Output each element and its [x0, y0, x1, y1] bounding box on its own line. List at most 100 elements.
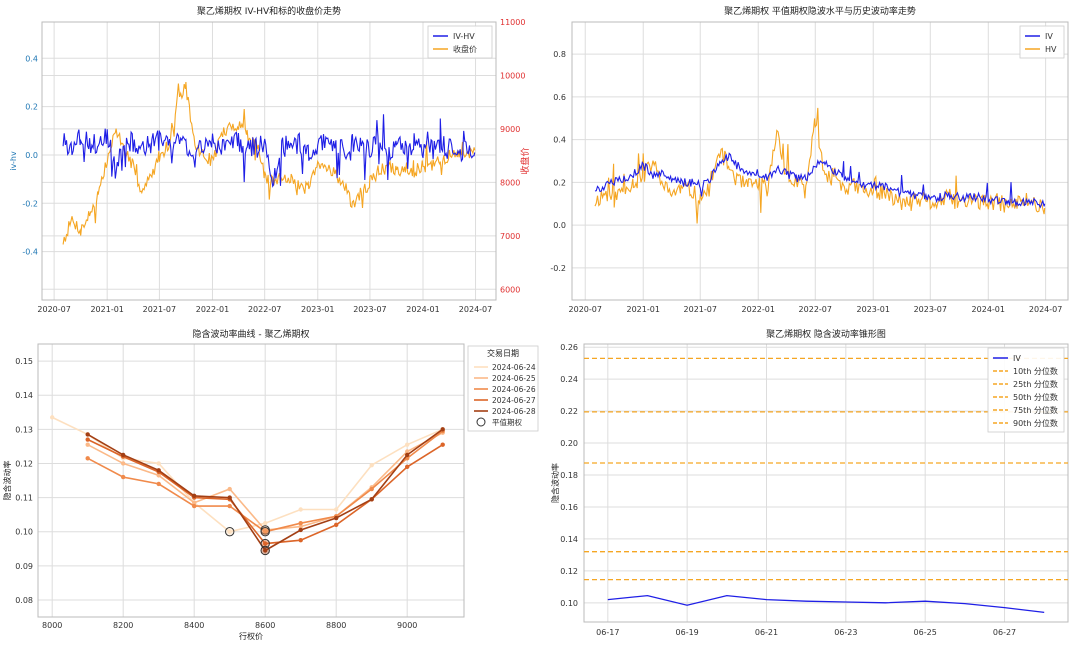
- chart1-y2tick-label: 6000: [500, 285, 520, 294]
- chart3-series-point: [298, 507, 303, 512]
- chart3-legend-title: 交易日期: [487, 348, 519, 358]
- chart2-legend-box: [1019, 25, 1065, 59]
- chart4-legend: IV 10th 分位数 25th 分位数 50th 分位数 75th 分位数 90th 分…: [987, 347, 1065, 433]
- chart4-ytick-label: 0.18: [560, 471, 578, 480]
- chart3-series-point: [298, 520, 303, 526]
- chart3-series-point: [192, 503, 197, 509]
- chart3-ytick-label: 0.15: [15, 357, 33, 366]
- chart1-y2label: 收盘价: [519, 147, 531, 174]
- chart3-legend-label: 2024-06-24: [492, 363, 536, 372]
- chart4-ytick-label: 0.14: [560, 535, 578, 544]
- chart1-xtick-label: 2020-07: [37, 305, 70, 314]
- dashboard: 2020-07 2021-01 2021-07 2022-01 2022-07 2023-…: [0, 0, 1080, 646]
- chart4-legend-label: 90th 分位数: [1013, 418, 1058, 428]
- chart3-ylabel: 隐含波动率: [2, 461, 12, 501]
- chart4-legend-label: IV: [1013, 354, 1021, 363]
- chart3-xtick-label: 8400: [184, 621, 204, 630]
- chart1-y2tick-label: 8000: [500, 178, 520, 187]
- chart2-xtick-label: 2024-07: [1029, 305, 1062, 314]
- chart1-xtick-label: 2021-07: [143, 305, 176, 314]
- chart4-xtick-label: 06-21: [755, 628, 778, 637]
- chart4-ytick-label: 0.10: [560, 599, 578, 608]
- chart3-series-point: [192, 493, 197, 499]
- chart3-frame: [37, 343, 465, 618]
- chart3-series-point: [334, 507, 339, 512]
- chart2-ytick-label: 0.0: [553, 221, 566, 230]
- chart2-xtick-label: 2024-01: [972, 305, 1005, 314]
- chart2-title: 聚乙烯期权 平值期权隐波水平与历史波动率走势: [724, 5, 916, 17]
- chart1-y2tick-label: 10000: [500, 71, 525, 80]
- chart4-xtick-label: 06-25: [914, 628, 937, 637]
- chart4-legend-label: 50th 分位数: [1013, 392, 1058, 402]
- chart3-legend-atm-label: 平值期权: [492, 417, 522, 427]
- chart4-ytick-label: 0.24: [560, 375, 578, 384]
- chart2-xtick-label: 2022-01: [742, 305, 775, 314]
- chart3-series-point: [85, 437, 90, 442]
- chart3-legend-label: 2024-06-27: [492, 396, 536, 405]
- chart2-legend: IV HV: [1019, 25, 1065, 59]
- chart3-atm-marker: [260, 545, 270, 556]
- chart1-legend: IV-HV 收盘价: [427, 25, 493, 59]
- chart1-xtick-label: 2023-01: [301, 305, 334, 314]
- chart2-xtick-label: 2023-01: [857, 305, 890, 314]
- chart2-ytick-label: 0.8: [553, 50, 566, 59]
- chart3-series-point: [85, 442, 90, 447]
- chart-canvas: 2020-07 2021-01 2021-07 2022-01 2022-07 2023-…: [2, 5, 1069, 641]
- chart2-xtick-label: 2022-07: [799, 305, 832, 314]
- chart4-ytick-label: 0.12: [560, 567, 578, 576]
- chart2-legend-label: HV: [1045, 45, 1057, 54]
- chart3-series-point: [405, 464, 410, 470]
- chart3-xtick-label: 9000: [397, 621, 417, 630]
- chart2-xtick-label: 2023-07: [914, 305, 947, 314]
- chart2-series-iv: [594, 152, 1046, 209]
- chart4-legend-label: 10th 分位数: [1013, 366, 1058, 376]
- chart4-legend-label: 75th 分位数: [1013, 405, 1058, 415]
- chart2-ytick-label: 0.4: [553, 136, 566, 145]
- chart1-ytick-label: 0.2: [25, 103, 38, 112]
- chart1-legend-label: IV-HV: [453, 32, 475, 41]
- chart1-ytick-label: -0.2: [22, 199, 38, 208]
- chart3-series-point: [121, 452, 126, 458]
- chart3-xtick-label: 8800: [326, 621, 346, 630]
- chart3-series-point: [121, 461, 126, 466]
- chart2-series-hv: [594, 107, 1046, 224]
- chart1-ytick-label: 0.0: [25, 151, 38, 160]
- chart3-legend-label: 2024-06-26: [492, 385, 536, 394]
- chart4-xtick-label: 06-19: [676, 628, 699, 637]
- chart1-title: 聚乙烯期权 IV-HV和标的收盘价走势: [197, 5, 341, 17]
- chart3-series-point: [405, 452, 410, 458]
- chart3-ytick-label: 0.11: [15, 494, 33, 503]
- chart4-series-iv: [607, 594, 1045, 614]
- chart3-series-point: [369, 497, 374, 502]
- chart3-ytick-label: 0.10: [15, 528, 33, 537]
- chart4-title: 聚乙烯期权 隐含波动率锥形图: [766, 328, 886, 340]
- chart3-atm-marker: [260, 526, 270, 537]
- chart2-xtick-label: 2020-07: [569, 305, 602, 314]
- chart3-series-point: [440, 442, 445, 447]
- chart3-xtick-label: 8000: [42, 621, 62, 630]
- chart3-xlabel: 行权价: [239, 631, 263, 641]
- chart3-series-point: [156, 468, 161, 473]
- chart4-legend-label: 25th 分位数: [1013, 379, 1058, 389]
- chart3-series-point: [85, 456, 90, 461]
- chart3-legend-label: 2024-06-25: [492, 374, 536, 383]
- chart2-ytick-label: 0.6: [553, 93, 566, 102]
- chart4-ytick-label: 0.20: [560, 439, 578, 448]
- chart2-xtick-label: 2021-07: [684, 305, 717, 314]
- chart1-xtick-label: 2021-01: [90, 305, 123, 314]
- chart2-ytick-label: -0.2: [550, 264, 566, 273]
- chart2-ytick-label: 0.2: [553, 178, 566, 187]
- chart1-xtick-label: 2022-07: [248, 305, 281, 314]
- chart3-series-point: [440, 427, 445, 432]
- chart4-xtick-label: 06-23: [834, 628, 857, 637]
- chart3-xtick-label: 8600: [255, 621, 275, 630]
- chart3-series-point: [369, 462, 374, 468]
- chart1-y2tick-label: 11000: [500, 18, 525, 27]
- chart4-xtick-label: 06-17: [596, 628, 619, 637]
- chart3-legend: 交易日期 2024-06-24 2024-06-25 2024-06-26 2024-0…: [467, 345, 539, 432]
- chart3-series-point: [50, 415, 55, 420]
- chart3-series-point: [298, 527, 303, 533]
- chart1-y2tick-label: 9000: [500, 125, 520, 134]
- chart3-series-point: [263, 520, 268, 526]
- chart3-legend-label: 2024-06-28: [492, 407, 536, 416]
